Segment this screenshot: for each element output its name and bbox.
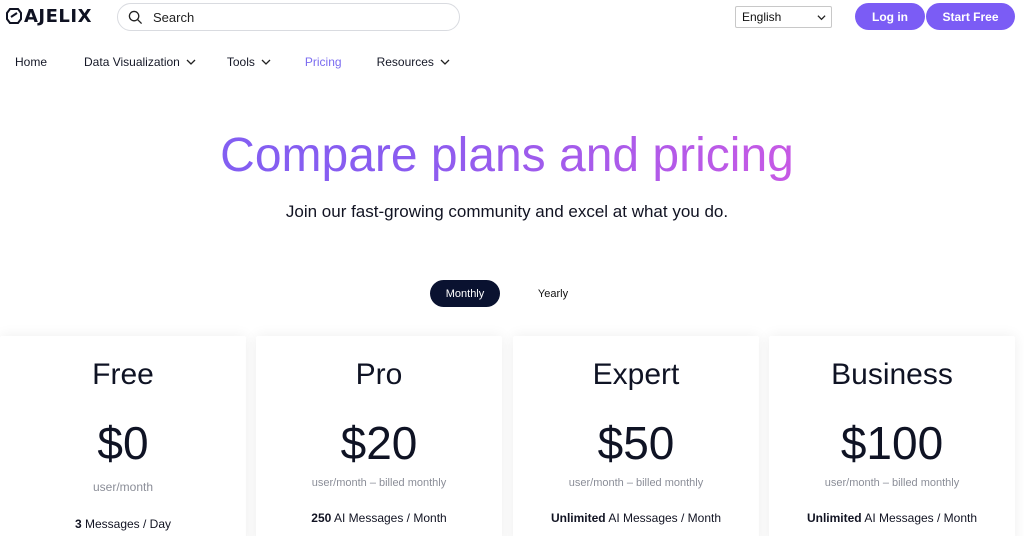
chevron-down-icon	[186, 59, 196, 65]
plan-price: $0	[97, 417, 149, 469]
nav-item-label: Home	[15, 55, 48, 69]
plan-feature: Unlimited AI Messages / Month	[769, 511, 1015, 525]
nav-item-label: Pricing	[304, 55, 342, 69]
feature-text: AI Messages / Month	[605, 511, 722, 525]
plan-price: $100	[840, 417, 944, 469]
nav-item-label: Tools	[226, 55, 255, 69]
toggle-yearly[interactable]: Yearly	[518, 280, 588, 307]
login-button[interactable]: Log in	[855, 3, 925, 30]
nav-item-tools[interactable]: Tools	[227, 54, 271, 70]
feature-text: AI Messages / Month	[861, 511, 978, 525]
plan-name: Free	[92, 358, 154, 391]
feature-text: Messages / Day	[81, 517, 172, 531]
nav-item-resources[interactable]: Resources	[377, 54, 450, 70]
plan-feature: Unlimited AI Messages / Month	[513, 511, 759, 525]
plan-billing: user/month – billed monthly	[311, 477, 447, 489]
page-subtitle: Join our fast-growing community and exce…	[285, 202, 729, 221]
search-icon	[128, 10, 143, 24]
page-title: Compare plans and pricing	[0, 128, 1014, 184]
plan-price: $20	[340, 417, 418, 469]
search-input[interactable]	[153, 9, 443, 25]
feature-text: AI Messages / Month	[331, 511, 447, 525]
logo[interactable]: AJELIX	[6, 5, 92, 27]
plan-card-business: Business $100 user/month – billed monthl…	[769, 336, 1015, 536]
chevron-down-icon	[261, 59, 271, 65]
plan-name: Expert	[592, 358, 680, 391]
nav-item-data-visualization[interactable]: Data Visualization	[84, 54, 196, 70]
logo-text: AJELIX	[24, 5, 92, 27]
feature-count: 3	[74, 517, 82, 531]
start-free-button[interactable]: Start Free	[926, 3, 1015, 30]
language-value: English	[742, 10, 782, 24]
plan-billing: user/month – billed monthly	[824, 477, 960, 489]
feature-count: Unlimited	[550, 511, 606, 525]
toggle-monthly[interactable]: Monthly	[430, 280, 500, 307]
nav-item-pricing[interactable]: Pricing	[305, 54, 342, 70]
plan-feature: 3 Messages / Day	[0, 517, 246, 531]
plan-billing: user/month – billed monthly	[568, 477, 704, 489]
plan-name: Pro	[355, 358, 403, 391]
feature-count: 250	[311, 511, 332, 525]
chevron-down-icon	[440, 59, 450, 65]
main-nav: Home Data Visualization Tools Pricing Re…	[15, 54, 450, 70]
plan-card-free: Free $0 user/month 3 Messages / Day	[0, 336, 246, 536]
chevron-down-icon	[817, 14, 826, 20]
nav-item-home[interactable]: Home	[15, 54, 47, 70]
plan-card-expert: Expert $50 user/month – billed monthly U…	[513, 336, 759, 536]
feature-count: Unlimited	[806, 511, 862, 525]
plan-price: $50	[597, 417, 675, 469]
search-box[interactable]	[117, 3, 460, 31]
language-select[interactable]: English	[735, 6, 832, 28]
nav-item-label: Data Visualization	[84, 55, 180, 69]
plan-card-pro: Pro $20 user/month – billed monthly 250 …	[256, 336, 502, 536]
plan-billing: user/month	[92, 480, 154, 494]
nav-item-label: Resources	[376, 55, 434, 69]
plan-feature: 250 AI Messages / Month	[256, 511, 502, 525]
logo-mark-icon	[6, 8, 22, 24]
plan-name: Business	[831, 358, 953, 391]
